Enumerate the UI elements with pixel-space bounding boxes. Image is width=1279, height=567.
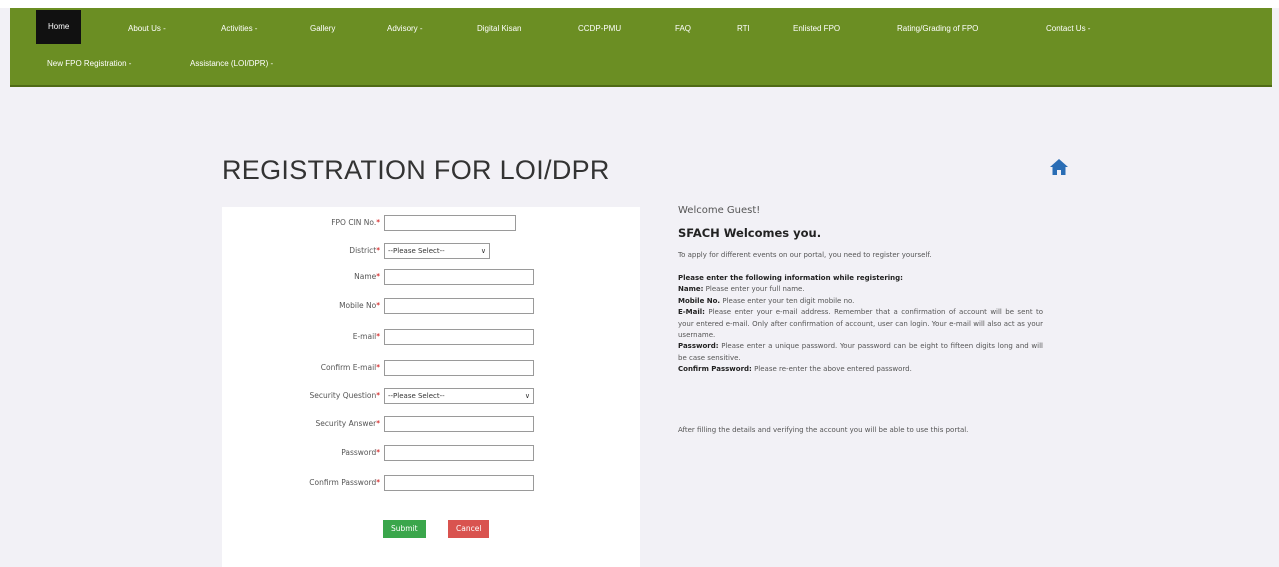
cancel-button[interactable]: Cancel [448, 520, 490, 538]
form-row-fpo-cin-no: FPO CIN No.* [222, 215, 640, 235]
e-mail-label-text: E-mail [352, 332, 377, 341]
welcome-title: SFACH Welcomes you. [678, 226, 822, 240]
nav-item-faq[interactable]: FAQ [675, 14, 691, 44]
nav-item-advisory[interactable]: Advisory - [387, 14, 423, 44]
home-icon[interactable] [1049, 158, 1069, 176]
guide-text-name: Please enter your full name. [705, 285, 805, 294]
guide-term-e-mail: E-Mail: [678, 308, 705, 317]
welcome-guest: Welcome Guest! [678, 205, 761, 216]
nav-item-contact-us[interactable]: Contact Us - [1046, 14, 1090, 44]
password-input[interactable] [384, 445, 534, 461]
required-marker: * [376, 391, 380, 400]
mobile-no-label-text: Mobile No [339, 301, 377, 310]
form-row-password: Password* [222, 445, 640, 465]
confirm-e-mail-label: Confirm E-mail* [321, 363, 380, 372]
district-selected-value: --Please Select-- [388, 247, 445, 255]
main-navbar: Home About Us - Activities - Gallery Advisor… [10, 8, 1272, 87]
guide-term-confirm-password: Confirm Password: [678, 365, 752, 374]
district-label: District* [349, 246, 380, 255]
guide-term-password: Password: [678, 342, 719, 351]
confirm-password-label: Confirm Password* [309, 478, 380, 487]
security-question-label-text: Security Question [309, 391, 377, 400]
required-marker: * [376, 272, 380, 281]
registration-guide: Please enter the following information w… [678, 273, 1043, 376]
mobile-no-label: Mobile No* [339, 301, 380, 310]
guide-text-password: Please enter a unique password. Your pas… [678, 342, 1043, 362]
nav-item-activities[interactable]: Activities - [221, 14, 257, 44]
nav-item-new-fpo-registration[interactable]: New FPO Registration - [47, 49, 131, 79]
nav-item-enlisted-fpo[interactable]: Enlisted FPO [793, 14, 840, 44]
security-answer-label: Security Answer* [315, 419, 380, 428]
chevron-down-icon: ∨ [480, 247, 486, 255]
guide-text-confirm-password: Please re-enter the above entered passwo… [754, 365, 912, 374]
submit-button[interactable]: Submit [383, 520, 426, 538]
password-label-text: Password [341, 448, 377, 457]
required-marker: * [376, 246, 380, 255]
chevron-down-icon: ∨ [524, 392, 530, 400]
mobile-no-input[interactable] [384, 298, 534, 314]
e-mail-label: E-mail* [353, 332, 380, 341]
fpo-cin-no-label: FPO CIN No.* [331, 218, 380, 227]
nav-item-ccdp-pmu[interactable]: CCDP-PMU [578, 14, 621, 44]
form-row-security-answer: Security Answer* [222, 416, 640, 436]
confirm-password-input[interactable] [384, 475, 534, 491]
nav-item-rti[interactable]: RTI [737, 14, 750, 44]
required-marker: * [376, 218, 380, 227]
required-marker: * [376, 419, 380, 428]
fpo-cin-no-input[interactable] [384, 215, 516, 231]
form-row-confirm-password: Confirm Password* [222, 475, 640, 495]
confirm-e-mail-label-text: Confirm E-mail [320, 363, 377, 372]
fpo-cin-no-label-text: FPO CIN No. [331, 218, 377, 227]
top-strip [0, 0, 1279, 8]
after-text: After filling the details and verifying … [678, 426, 969, 434]
form-row-security-question: Security Question* --Please Select-- ∨ [222, 388, 640, 408]
registration-form: Submit Cancel FPO CIN No.* District* --Ple… [222, 207, 640, 567]
guide-term-mobile-no: Mobile No. [678, 296, 721, 305]
intro-text: To apply for different events on our por… [678, 251, 932, 259]
confirm-e-mail-input[interactable] [384, 360, 534, 376]
nav-item-home[interactable]: Home [36, 10, 82, 44]
guide-text-mobile-no: Please enter your ten digit mobile no. [722, 296, 855, 305]
guide-heading: Please enter the following information w… [678, 274, 903, 282]
form-row-e-mail: E-mail* [222, 329, 640, 349]
security-answer-input[interactable] [384, 416, 534, 432]
password-label: Password* [341, 448, 380, 457]
district-label-text: District [349, 246, 377, 255]
nav-item-rating-grading-of-fpo[interactable]: Rating/Grading of FPO [897, 14, 978, 44]
required-marker: * [376, 478, 380, 487]
form-row-name: Name* [222, 269, 640, 289]
nav-item-assistance-loi-dpr[interactable]: Assistance (LOI/DPR) - [190, 49, 273, 79]
required-marker: * [376, 448, 380, 457]
required-marker: * [376, 363, 380, 372]
nav-item-about-us[interactable]: About Us - [128, 14, 166, 44]
name-label-text: Name [354, 272, 377, 281]
required-marker: * [376, 332, 380, 341]
security-answer-label-text: Security Answer [315, 419, 377, 428]
e-mail-input[interactable] [384, 329, 534, 345]
nav-item-digital-kisan[interactable]: Digital Kisan [477, 14, 521, 44]
name-input[interactable] [384, 269, 534, 285]
security-question-select[interactable]: --Please Select-- ∨ [384, 388, 534, 404]
required-marker: * [376, 301, 380, 310]
confirm-password-label-text: Confirm Password [309, 478, 377, 487]
form-row-district: District* --Please Select-- ∨ [222, 243, 640, 263]
security-question-selected-value: --Please Select-- [388, 392, 445, 400]
form-row-confirm-e-mail: Confirm E-mail* [222, 360, 640, 380]
guide-term-name: Name: [678, 285, 704, 294]
security-question-label: Security Question* [310, 391, 380, 400]
form-row-mobile-no: Mobile No* [222, 298, 640, 318]
guide-text-e-mail: Please enter your e-mail address. Rememb… [678, 308, 1043, 340]
page-title: REGISTRATION FOR LOI/DPR [222, 155, 610, 185]
name-label: Name* [354, 272, 380, 281]
nav-item-gallery[interactable]: Gallery [310, 14, 335, 44]
district-select[interactable]: --Please Select-- ∨ [384, 243, 490, 259]
